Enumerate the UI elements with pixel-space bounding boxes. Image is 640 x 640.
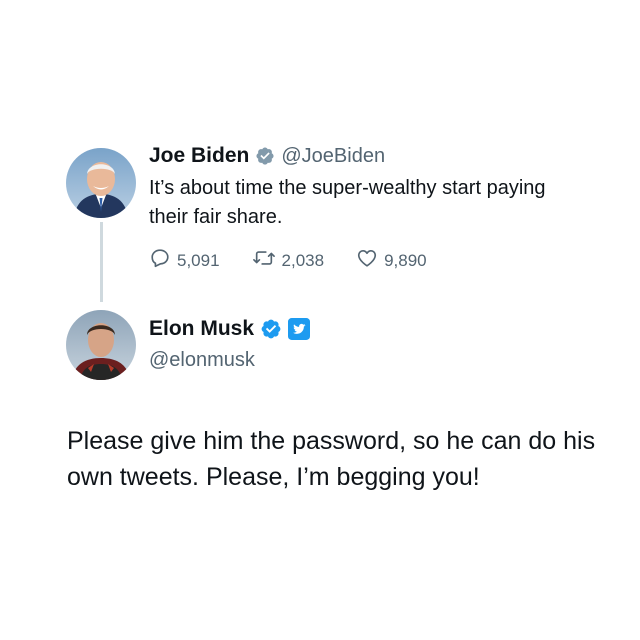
reply-button[interactable]: 5,091 bbox=[149, 247, 220, 274]
display-name[interactable]: Elon Musk bbox=[149, 317, 254, 341]
reply-tweet-text: Please give him the password, so he can … bbox=[67, 427, 596, 491]
tweet-actions: 5,091 2,038 9,890 bbox=[149, 247, 427, 274]
display-name[interactable]: Joe Biden bbox=[149, 144, 249, 168]
tweet-header: Elon Musk bbox=[149, 317, 311, 341]
avatar[interactable] bbox=[66, 310, 136, 380]
verified-icon bbox=[255, 146, 275, 166]
retweet-count: 2,038 bbox=[281, 250, 325, 270]
user-handle[interactable]: @JoeBiden bbox=[281, 145, 385, 168]
reply-icon bbox=[149, 247, 171, 274]
retweet-icon bbox=[252, 247, 276, 274]
thread-connector-line bbox=[100, 222, 103, 302]
tweet-header: Joe Biden @JoeBiden bbox=[149, 144, 385, 168]
like-count: 9,890 bbox=[384, 250, 427, 270]
tweet-text: It’s about time the super-wealthy start … bbox=[149, 177, 546, 228]
user-handle[interactable]: @elonmusk bbox=[149, 349, 255, 372]
like-button[interactable]: 9,890 bbox=[356, 247, 427, 274]
verified-icon bbox=[260, 318, 282, 340]
like-icon bbox=[356, 247, 378, 274]
twitter-logo-icon bbox=[288, 318, 311, 340]
reply-count: 5,091 bbox=[177, 250, 220, 270]
retweet-button[interactable]: 2,038 bbox=[252, 247, 325, 274]
avatar[interactable] bbox=[66, 148, 136, 218]
